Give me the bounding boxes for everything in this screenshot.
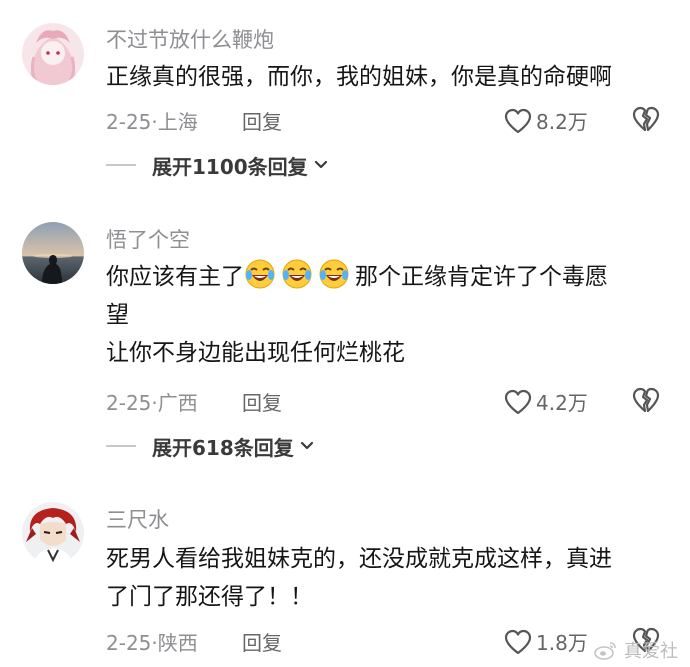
like-button[interactable]: 4.2万 bbox=[504, 387, 588, 416]
heart-outline-icon bbox=[504, 108, 532, 133]
comment-text-line: 正缘真的很强，而你，我的姐妹，你是真的命硬啊 bbox=[106, 64, 612, 90]
watermark-text: 真爱社 bbox=[624, 641, 678, 662]
avatar[interactable] bbox=[22, 502, 84, 564]
comment-date-location: 2-25·陕西 bbox=[106, 631, 198, 655]
comment-text-line: 望 bbox=[106, 302, 129, 328]
watermark: 真爱社 bbox=[594, 637, 678, 663]
comment-text: 死男人看给我姐妹克的，还没成就克成这样，真进 了门了那还得了！！ bbox=[106, 540, 666, 616]
laughing-crying-emoji-icon bbox=[245, 259, 275, 289]
comment-text-line: 死男人看给我姐妹克的，还没成就克成这样，真进 bbox=[106, 546, 612, 572]
avatar[interactable] bbox=[22, 222, 84, 284]
dislike-button[interactable] bbox=[632, 105, 660, 138]
comment-date-location: 2-25·上海 bbox=[106, 110, 198, 134]
expand-divider bbox=[106, 164, 136, 166]
broken-heart-icon bbox=[632, 106, 660, 132]
comment-location: 陕西 bbox=[157, 631, 198, 655]
reply-button[interactable]: 回复 bbox=[242, 627, 282, 656]
expand-replies-label: 展开1100条回复 bbox=[152, 154, 308, 179]
reply-button[interactable]: 回复 bbox=[242, 387, 282, 416]
comment-date: 2-25 bbox=[106, 110, 152, 134]
avatar[interactable] bbox=[22, 23, 84, 85]
comment-date-location: 2-25·广西 bbox=[106, 391, 198, 415]
expand-replies-label: 展开618条回复 bbox=[152, 435, 294, 460]
comment-username[interactable]: 不过节放什么鞭炮 bbox=[106, 24, 274, 54]
like-count: 4.2万 bbox=[536, 391, 588, 415]
like-count: 1.8万 bbox=[536, 631, 588, 655]
comment-list: 不过节放什么鞭炮 正缘真的很强，而你，我的姐妹，你是真的命硬啊 2-25·上海 … bbox=[0, 0, 690, 667]
comment-username[interactable]: 三尺水 bbox=[106, 504, 169, 534]
comment-meta: 2-25·广西 回复 4.2万 bbox=[106, 387, 690, 415]
chevron-down-icon bbox=[314, 160, 327, 169]
chevron-down-icon bbox=[300, 441, 313, 450]
broken-heart-icon bbox=[632, 387, 660, 413]
weibo-logo-icon bbox=[594, 642, 616, 660]
dislike-button[interactable] bbox=[632, 386, 660, 419]
comment-location: 上海 bbox=[157, 110, 198, 134]
comment-text: 你应该有主了 那个正缘肯定许了个毒愿 望 让你不身边能出现任何烂桃花 bbox=[106, 258, 666, 372]
heart-outline-icon bbox=[504, 629, 532, 654]
comment-meta: 2-25·上海 回复 8.2万 bbox=[106, 106, 690, 134]
comment-date: 2-25 bbox=[106, 391, 152, 415]
heart-outline-icon bbox=[504, 389, 532, 414]
comment-text: 正缘真的很强，而你，我的姐妹，你是真的命硬啊 bbox=[106, 58, 666, 96]
reply-button[interactable]: 回复 bbox=[242, 106, 282, 135]
comment-text-line: 让你不身边能出现任何烂桃花 bbox=[106, 340, 405, 366]
comment-text-line: 你应该有主了 那个正缘肯定许了个毒愿 bbox=[106, 258, 666, 296]
comment-text-line: 了门了那还得了！！ bbox=[106, 584, 313, 610]
comment-location: 广西 bbox=[157, 391, 198, 415]
comment-date: 2-25 bbox=[106, 631, 152, 655]
comment-text-part: 你应该有主了 bbox=[106, 264, 244, 290]
comment-username[interactable]: 悟了个空 bbox=[106, 224, 190, 254]
expand-replies-button[interactable]: 展开618条回复 bbox=[106, 432, 314, 460]
like-button[interactable]: 1.8万 bbox=[504, 627, 588, 656]
like-count: 8.2万 bbox=[536, 110, 588, 134]
laughing-crying-emoji-icon bbox=[282, 259, 312, 289]
like-button[interactable]: 8.2万 bbox=[504, 106, 588, 135]
comment-text-part: 那个正缘肯定许了个毒愿 bbox=[355, 264, 608, 290]
expand-replies-button[interactable]: 展开1100条回复 bbox=[106, 151, 328, 179]
expand-divider bbox=[106, 445, 136, 447]
laughing-crying-emoji-icon bbox=[319, 259, 349, 289]
